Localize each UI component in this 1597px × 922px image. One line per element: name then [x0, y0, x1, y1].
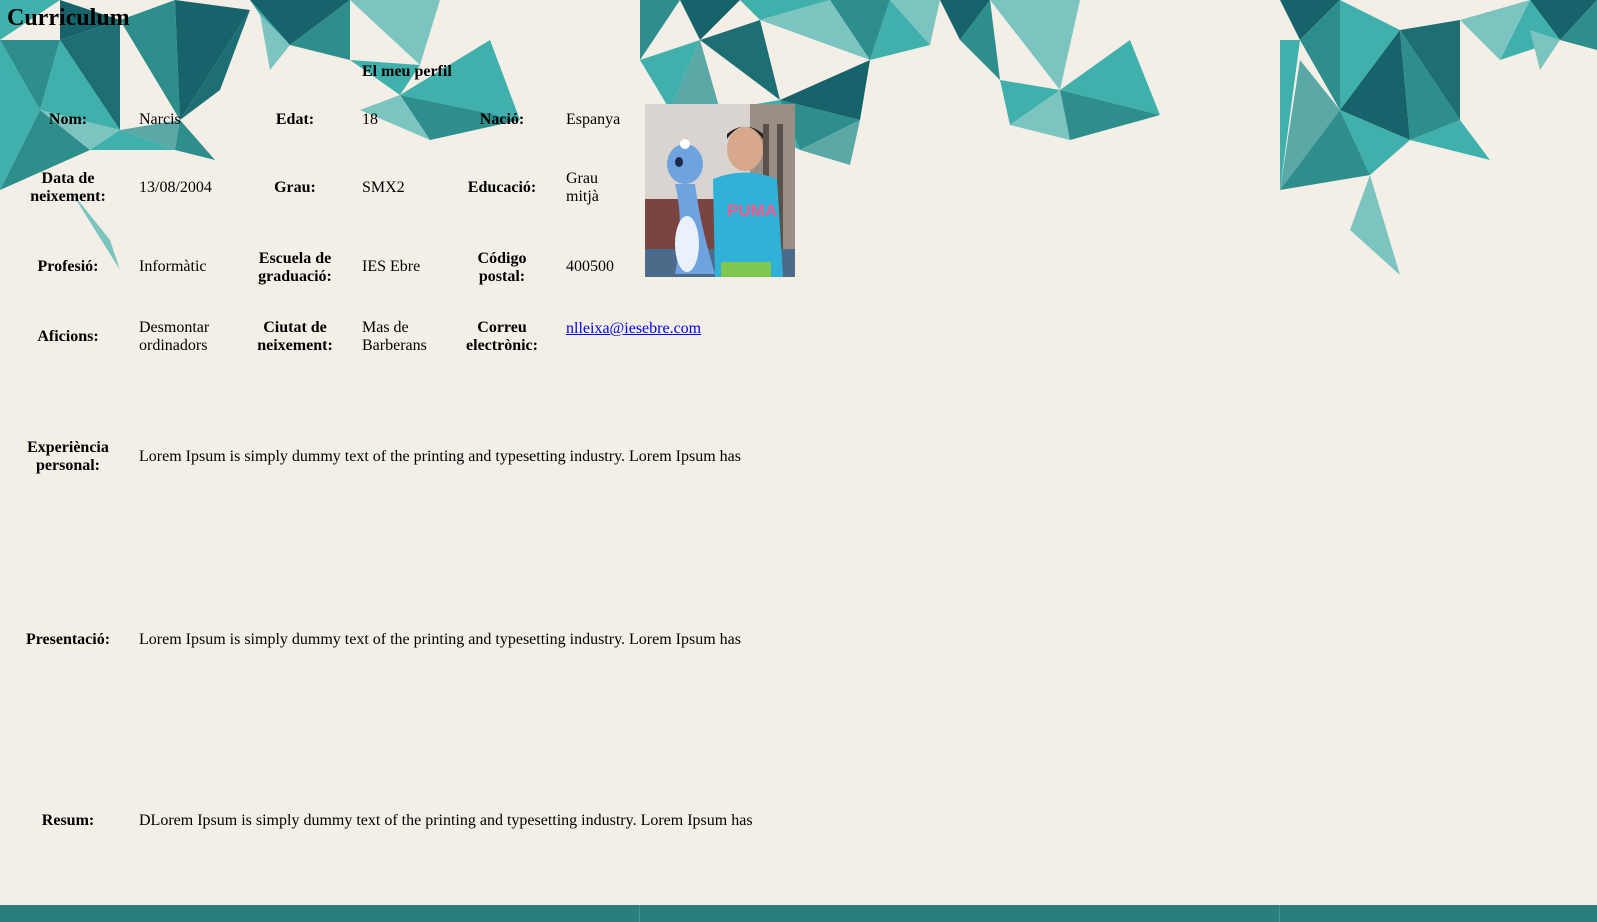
educacio-label: Educació:	[467, 179, 537, 196]
nacio-label: Nació:	[479, 111, 525, 128]
codigo-postal-value: 400500	[566, 258, 614, 275]
profile-heading: El meu perfil	[362, 63, 452, 80]
ciutat-neixement-value: Mas de Barberans	[362, 319, 427, 354]
resum-text: DLorem Ipsum is simply dummy text of the…	[139, 812, 753, 829]
nom-value: Narcis	[139, 111, 181, 128]
edat-label: Edat:	[275, 111, 315, 128]
footer-divider	[639, 905, 640, 922]
professio-value: Informàtic	[139, 258, 207, 275]
nacio-value: Espanya	[566, 111, 621, 128]
escuela-graduacio-label: Escuela de graduació:	[258, 250, 332, 285]
bg-tile-left	[0, 0, 520, 270]
aficions-value: Desmontar ordinadors	[139, 319, 210, 354]
grau-label: Grau:	[274, 179, 316, 196]
experiencia-text: Lorem Ipsum is simply dummy text of the …	[139, 448, 741, 465]
experiencia-label: Experiència personal:	[27, 439, 109, 474]
data-neixement-value: 13/08/2004	[139, 179, 212, 196]
presentacio-text: Lorem Ipsum is simply dummy text of the …	[139, 631, 741, 648]
correu-electronic-label: Correu electrònic:	[466, 319, 538, 354]
escuela-graduacio-value: IES Ebre	[362, 258, 421, 275]
correu-electronic-value[interactable]: nlleixa@iesebre.com	[566, 320, 701, 338]
educacio-value: Grau mitjà	[566, 170, 599, 205]
codigo-postal-label: Código postal:	[477, 250, 527, 285]
page-title: Curriculum	[7, 5, 130, 31]
resum-label: Resum:	[41, 812, 95, 829]
profile-photo: PUMA	[645, 104, 795, 277]
footer-divider	[1279, 905, 1280, 922]
grau-value: SMX2	[362, 179, 405, 196]
email-link[interactable]: nlleixa@iesebre.com	[566, 320, 701, 337]
edat-value: 18	[362, 111, 378, 128]
data-neixement-label: Data de neixement:	[30, 170, 106, 205]
aficions-label: Aficions:	[37, 328, 99, 345]
professio-label: Profesió:	[37, 258, 99, 275]
footer-bar	[0, 905, 1597, 922]
svg-text:PUMA: PUMA	[727, 201, 777, 220]
nom-label: Nom:	[48, 111, 88, 128]
presentacio-label: Presentació:	[25, 631, 111, 648]
ciutat-neixement-label: Ciutat de neixement:	[257, 319, 333, 354]
bg-tile-right	[1280, 0, 1597, 275]
